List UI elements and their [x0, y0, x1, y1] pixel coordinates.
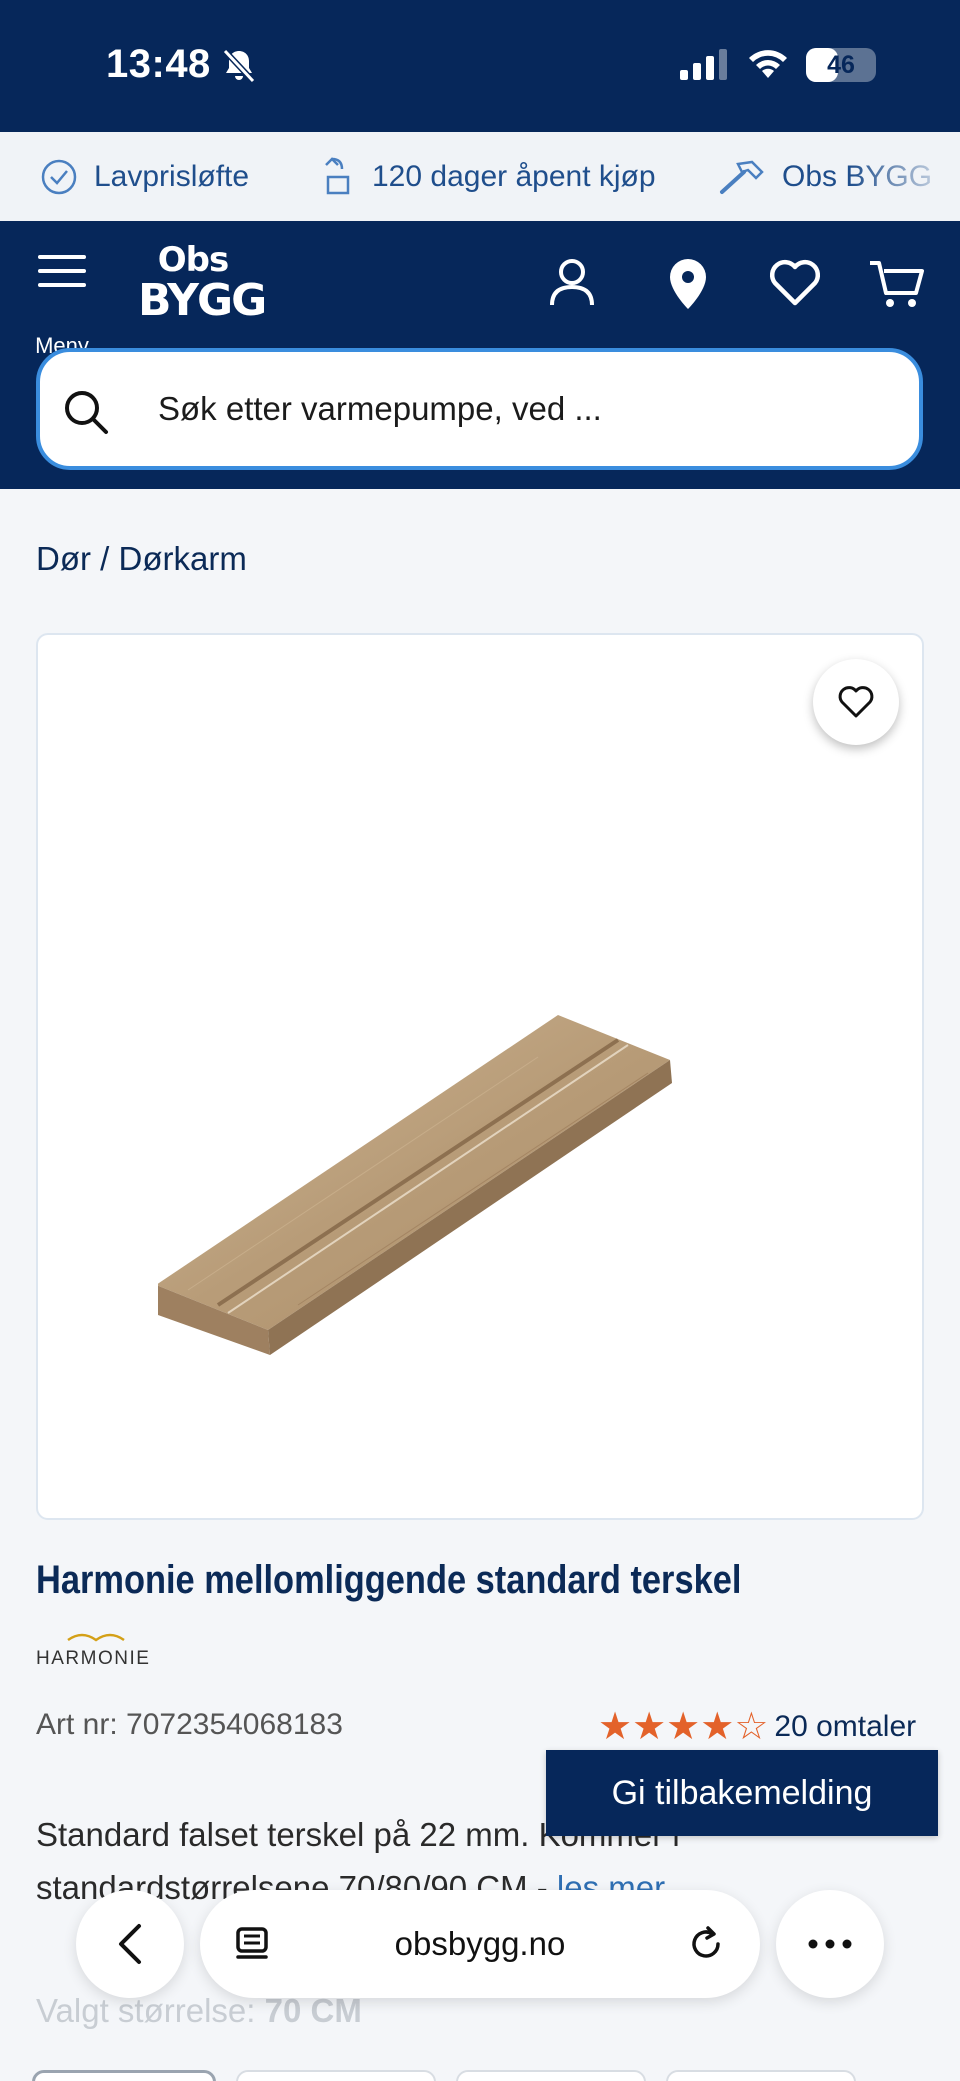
- logo-bottom: BYGG: [138, 275, 267, 326]
- reload-icon[interactable]: [686, 1924, 726, 1964]
- site-header: Meny Obs BYGG: [0, 221, 960, 489]
- usp-item-lavpris[interactable]: Lavprisløfte: [40, 132, 249, 221]
- brand-name: HARMONIE: [36, 1648, 151, 1669]
- usp-label: 120 dager åpent kjøp: [372, 159, 656, 193]
- breadcrumb-current[interactable]: Dørkarm: [119, 540, 247, 577]
- usp-item-apent-kjop[interactable]: 120 dager åpent kjøp: [318, 132, 656, 221]
- more-dots-icon: [808, 1939, 852, 1949]
- search-input[interactable]: [158, 352, 858, 466]
- heart-icon: [838, 686, 874, 718]
- breadcrumb: Dør / Dørkarm: [36, 540, 247, 578]
- battery-level: 46: [827, 51, 855, 79]
- star-filled-icon: ★: [632, 1706, 667, 1748]
- size-option[interactable]: [236, 2070, 436, 2081]
- star-empty-icon: ☆: [734, 1706, 769, 1748]
- wifi-icon: [749, 50, 787, 78]
- feedback-button[interactable]: Gi tilbakemelding: [546, 1750, 938, 1836]
- menu-button[interactable]: Meny: [32, 253, 92, 358]
- size-option[interactable]: [456, 2070, 646, 2081]
- bell-off-icon: [222, 48, 256, 84]
- cart-icon[interactable]: [868, 257, 926, 311]
- brand-logo[interactable]: HARMONIE: [36, 1630, 156, 1670]
- product-title: Harmonie mellomliggende standard terskel: [36, 1558, 742, 1602]
- status-time: 13:48: [106, 42, 211, 86]
- size-options: [30, 2070, 930, 2081]
- product-image-threshold: [158, 1015, 672, 1355]
- article-number: Art nr: 7072354068183: [36, 1708, 343, 1741]
- brand-swoosh-icon: [67, 1633, 125, 1642]
- cellular-signal-icon: [680, 49, 727, 80]
- browser-address-bar[interactable]: obsbygg.no: [200, 1890, 760, 1998]
- status-bar: 13:48 46: [0, 0, 960, 132]
- review-count: 20 omtaler: [774, 1710, 917, 1743]
- size-option[interactable]: [32, 2070, 216, 2081]
- usp-bar: Lavprisløfte 120 dager åpent kjøp Obs BY…: [0, 132, 960, 221]
- star-filled-icon: ★: [598, 1706, 633, 1748]
- browser-toolbar: obsbygg.no: [0, 1890, 960, 2020]
- hamburger-icon: [38, 255, 86, 287]
- check-circle-icon: [40, 158, 78, 196]
- store-location-icon[interactable]: [666, 257, 710, 311]
- browser-back-button[interactable]: [76, 1890, 184, 1998]
- star-filled-icon: ★: [700, 1706, 735, 1748]
- add-to-favorites-button[interactable]: [813, 659, 899, 745]
- rating-stars: ★ ★ ★ ★ ☆: [598, 1708, 768, 1746]
- battery-indicator: 46: [806, 48, 876, 82]
- user-icon[interactable]: [548, 257, 596, 309]
- favorites-heart-icon[interactable]: [768, 257, 822, 307]
- usp-label: Lavprisløfte: [94, 159, 250, 193]
- star-filled-icon: ★: [666, 1706, 701, 1748]
- search-icon: [65, 391, 108, 434]
- return-box-icon: [318, 155, 356, 199]
- size-option[interactable]: [666, 2070, 856, 2081]
- browser-more-button[interactable]: [776, 1890, 884, 1998]
- product-rating[interactable]: ★ ★ ★ ★ ☆ 20 omtaler: [598, 1708, 916, 1746]
- chevron-left-icon: [119, 1924, 141, 1964]
- logo-top: Obs: [157, 240, 229, 280]
- hammer-icon: [718, 158, 766, 196]
- usp-fade: [850, 132, 960, 221]
- browser-url: obsbygg.no: [394, 1925, 566, 1962]
- breadcrumb-separator: /: [100, 540, 110, 577]
- product-image-card[interactable]: [36, 633, 924, 1520]
- search-box[interactable]: [36, 348, 923, 470]
- obs-bygg-logo[interactable]: Obs BYGG: [138, 240, 267, 326]
- breadcrumb-parent[interactable]: Dør: [36, 540, 91, 577]
